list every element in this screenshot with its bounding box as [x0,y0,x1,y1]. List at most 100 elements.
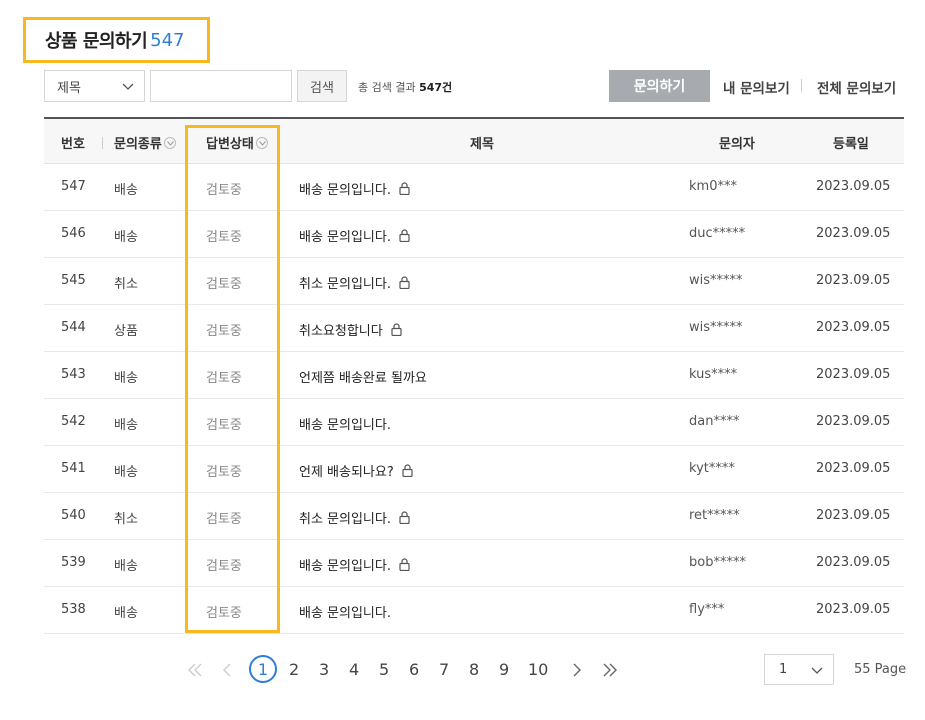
ask-question-button[interactable]: 문의하기 [609,70,710,102]
table-row[interactable]: 538 배송 검토중 배송 문의입니다. fly*** 2023.09.05 [44,587,904,634]
column-header-no: 번호 [61,137,85,152]
row-date: 2023.09.05 [816,320,891,335]
row-date: 2023.09.05 [816,179,891,194]
sort-toggle-icon[interactable] [255,137,268,149]
row-author: dan**** [689,414,740,429]
next-page-icon[interactable] [572,663,582,677]
row-title: 언제쯤 배송완료 될까요 [299,371,427,386]
search-field-select[interactable]: 제목 [44,70,145,102]
row-answer-status: 검토중 [206,559,242,574]
page-button[interactable]: 5 [379,660,389,679]
page-button[interactable]: 6 [409,660,419,679]
row-date: 2023.09.05 [816,273,891,288]
last-page-icon[interactable] [602,663,618,677]
table-row[interactable]: 544 상품 검토중 취소요청합니다 wis***** 2023.09.05 [44,305,904,352]
row-title-link[interactable]: 언제 배송되나요? [299,461,413,480]
table-row[interactable]: 545 취소 검토중 취소 문의입니다. wis***** 2023.09.05 [44,258,904,305]
page-select-value: 1 [779,662,788,677]
search-field-select-value: 제목 [57,80,81,96]
row-author: wis***** [689,273,743,288]
row-answer-status: 검토중 [206,465,242,480]
row-number: 539 [61,555,86,570]
row-title-link[interactable]: 취소 문의입니다. [299,508,410,527]
row-title-link[interactable]: 배송 문의입니다. [299,602,391,621]
lock-icon [402,464,413,477]
all-inquiries-link[interactable]: 전체 문의보기 [817,77,896,97]
row-title: 배송 문의입니다. [299,559,391,574]
lock-icon [391,323,402,336]
row-title-link[interactable]: 배송 문의입니다. [299,414,391,433]
column-header-type[interactable]: 문의종류 [114,133,176,152]
row-number: 540 [61,508,86,523]
prev-page-icon[interactable] [222,663,232,677]
row-answer-status: 검토중 [206,230,242,245]
table-row[interactable]: 542 배송 검토중 배송 문의입니다. dan**** 2023.09.05 [44,399,904,446]
page-select[interactable]: 1 [764,654,834,685]
column-header-status[interactable]: 답변상태 [206,133,268,152]
row-inquiry-type: 배송 [114,559,138,574]
row-author: ret***** [689,508,740,523]
page-button[interactable]: 2 [289,660,299,679]
row-number: 542 [61,414,86,429]
row-date: 2023.09.05 [816,602,891,617]
row-title-link[interactable]: 배송 문의입니다. [299,555,410,574]
row-number: 538 [61,602,86,617]
row-date: 2023.09.05 [816,508,891,523]
table-body: 547 배송 검토중 배송 문의입니다. km0*** 2023.09.05 546 배송 검토… [44,164,904,634]
row-inquiry-type: 배송 [114,606,138,621]
row-title: 배송 문의입니다. [299,183,391,198]
row-number: 541 [61,461,86,476]
row-inquiry-type: 취소 [114,277,138,292]
result-count: 547건 [419,81,453,94]
row-inquiry-type: 상품 [114,324,138,339]
row-author: km0*** [689,179,737,194]
sort-toggle-icon[interactable] [163,137,176,149]
table-row[interactable]: 543 배송 검토중 언제쯤 배송완료 될까요 kus**** 2023.09.05 [44,352,904,399]
row-title-link[interactable]: 취소 문의입니다. [299,273,410,292]
pagination: 1 2 3 4 5 6 7 8 9 10 [185,655,625,685]
table-row[interactable]: 539 배송 검토중 배송 문의입니다. bob***** 2023.09.05 [44,540,904,587]
row-answer-status: 검토중 [206,324,242,339]
header-divider [102,137,103,149]
page-button[interactable]: 4 [349,660,359,679]
total-pages: 55 Page [854,662,907,677]
row-title: 배송 문의입니다. [299,606,391,621]
page-button-current[interactable]: 1 [249,655,277,683]
link-divider [801,79,802,92]
column-header-title: 제목 [470,137,494,152]
row-title-link[interactable]: 언제쯤 배송완료 될까요 [299,367,427,386]
chevron-down-icon [811,667,823,674]
page-button[interactable]: 3 [319,660,329,679]
row-answer-status: 검토중 [206,183,242,198]
page-button[interactable]: 8 [469,660,479,679]
row-date: 2023.09.05 [816,226,891,241]
row-title-link[interactable]: 배송 문의입니다. [299,179,410,198]
row-inquiry-type: 취소 [114,512,138,527]
my-inquiries-link[interactable]: 내 문의보기 [723,77,790,97]
lock-icon [399,276,410,289]
lock-icon [399,229,410,242]
page-button[interactable]: 10 [528,660,548,679]
row-inquiry-type: 배송 [114,418,138,433]
table-row[interactable]: 540 취소 검토중 취소 문의입니다. ret***** 2023.09.05 [44,493,904,540]
row-title-link[interactable]: 취소요청합니다 [299,320,402,339]
row-inquiry-type: 배송 [114,465,138,480]
search-toolbar: 제목 검색 총 검색 결과 547건 문의하기 내 문의보기 전체 문의보기 [44,70,904,102]
row-author: wis***** [689,320,743,335]
page-button[interactable]: 9 [499,660,509,679]
table-header: 번호 문의종류 답변상태 제목 문의자 등록일 [44,117,904,164]
row-author: duc***** [689,226,746,241]
row-title-link[interactable]: 배송 문의입니다. [299,226,410,245]
row-title: 배송 문의입니다. [299,230,391,245]
table-row[interactable]: 547 배송 검토중 배송 문의입니다. km0*** 2023.09.05 [44,164,904,211]
page-button[interactable]: 7 [439,660,449,679]
page-title: 상품 문의하기 [45,31,148,52]
table-row[interactable]: 546 배송 검토중 배송 문의입니다. duc***** 2023.09.05 [44,211,904,258]
first-page-icon[interactable] [187,663,203,677]
table-row[interactable]: 541 배송 검토중 언제 배송되나요? kyt**** 2023.09.05 [44,446,904,493]
row-date: 2023.09.05 [816,414,891,429]
page-title-box: 상품 문의하기 547 [23,17,210,63]
search-button[interactable]: 검색 [297,70,347,102]
row-answer-status: 검토중 [206,371,242,386]
search-input[interactable] [150,70,292,102]
